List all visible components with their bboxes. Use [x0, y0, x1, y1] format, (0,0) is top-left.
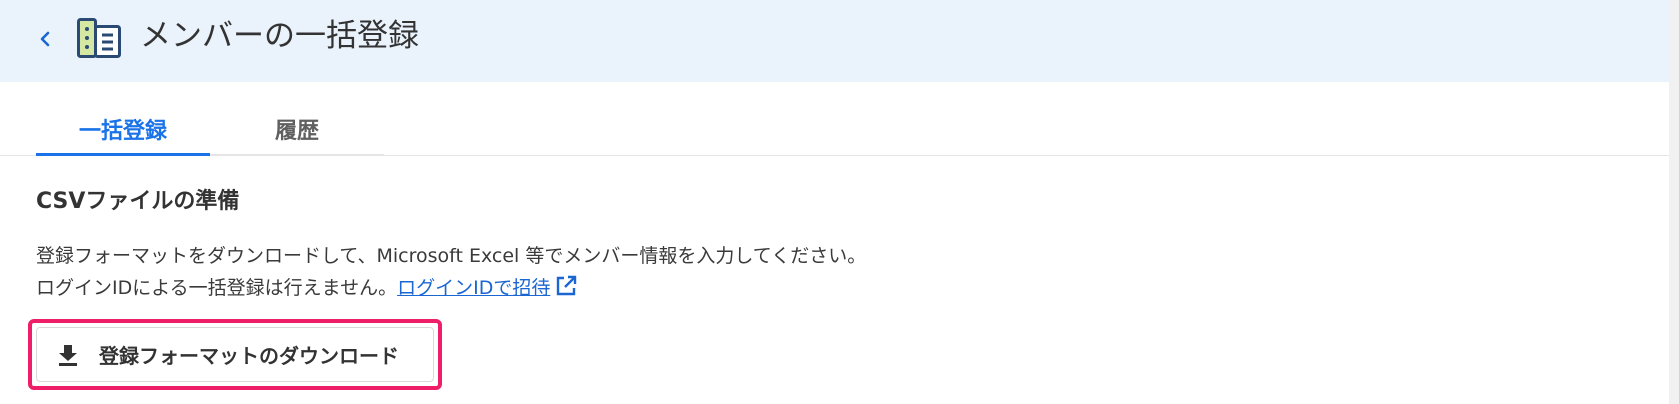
tab-bulk-register[interactable]: 一括登録 — [36, 104, 210, 156]
section-title: CSVファイルの準備 — [36, 189, 240, 214]
tab-bar: 一括登録 履歴 — [36, 104, 384, 156]
description-line-1: 登録フォーマットをダウンロードして、Microsoft Excel 等でメンバー… — [36, 245, 867, 267]
download-format-button[interactable]: 登録フォーマットのダウンロード — [36, 327, 434, 382]
chevron-left-icon — [40, 31, 50, 47]
description-line-2: ログインIDによる一括登録は行えません。ログインIDで招待 — [36, 274, 578, 302]
download-icon — [59, 344, 77, 366]
member-list-icon — [77, 18, 121, 58]
download-button-label: 登録フォーマットのダウンロード — [99, 344, 399, 368]
back-button[interactable] — [34, 24, 56, 54]
invite-by-login-id-link[interactable]: ログインIDで招待 — [397, 277, 550, 299]
description-line-2-text: ログインIDによる一括登録は行えません。 — [36, 277, 398, 299]
external-link-icon[interactable] — [554, 274, 578, 298]
page-header: メンバーの一括登録 — [0, 0, 1679, 82]
scrollbar-track[interactable] — [1669, 0, 1679, 404]
page-title: メンバーの一括登録 — [140, 18, 419, 54]
tab-history[interactable]: 履歴 — [210, 104, 384, 156]
